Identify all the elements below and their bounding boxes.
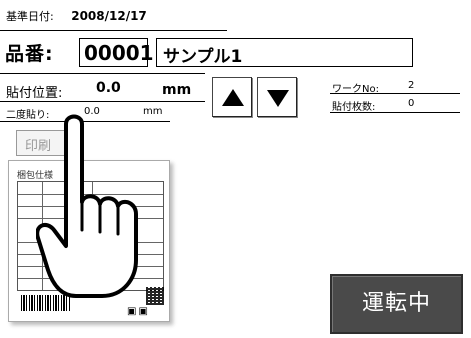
position-label: 貼付位置: (6, 86, 63, 101)
divider (330, 112, 460, 113)
applied-count-value: 0 (408, 98, 415, 109)
divider (0, 30, 227, 31)
part-number-label: 品番: (5, 43, 54, 65)
base-date-label: 基準日付: (6, 10, 54, 23)
work-no-value: 2 (408, 80, 415, 91)
base-date-row: 基準日付: 2008/12/17 (6, 8, 147, 24)
divider (0, 73, 205, 74)
part-number-field[interactable]: 00001 (79, 38, 154, 67)
position-value: 0.0 (96, 80, 121, 96)
label-mark-graphic: ▣▣ (127, 306, 150, 317)
position-up-button[interactable] (212, 77, 252, 117)
divider (330, 93, 460, 94)
triangle-down-icon (267, 90, 289, 107)
pointing-hand-icon (36, 114, 138, 298)
base-date-value: 2008/12/17 (71, 9, 147, 23)
part-name-field[interactable]: サンプル1 (156, 38, 413, 67)
position-down-button[interactable] (257, 77, 297, 117)
applied-count-label: 貼付枚数: (332, 102, 376, 113)
position-unit: mm (162, 82, 192, 98)
divider (0, 101, 205, 102)
app-screen: 基準日付: 2008/12/17 品番: 00001 サンプル1 貼付位置: 0… (0, 0, 471, 338)
triangle-up-icon (222, 89, 244, 106)
running-status-button[interactable]: 運転中 (330, 274, 463, 334)
